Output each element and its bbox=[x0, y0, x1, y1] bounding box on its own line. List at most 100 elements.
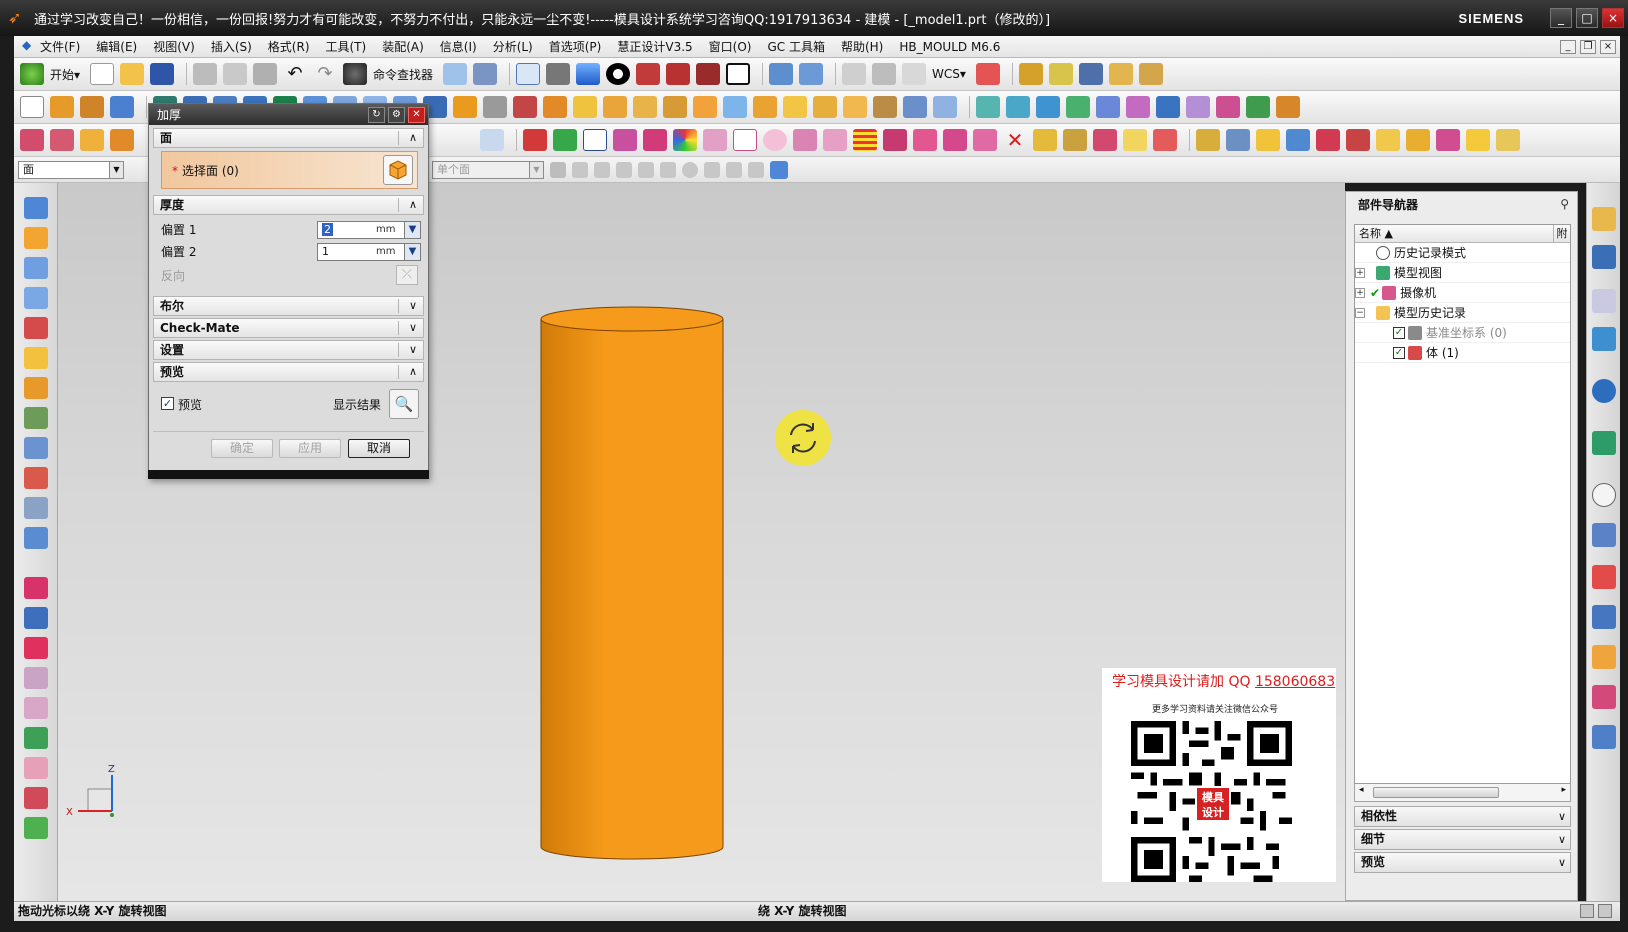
expression-icon[interactable] bbox=[883, 129, 907, 151]
synchronous-move-icon[interactable] bbox=[933, 96, 957, 118]
cylinder-top-face[interactable] bbox=[540, 306, 724, 332]
surface-tool-icon[interactable] bbox=[24, 257, 48, 279]
menu-hb-mould[interactable]: HB_MOULD M6.6 bbox=[891, 40, 1008, 54]
move-object-icon[interactable] bbox=[1078, 63, 1103, 85]
snap-control-point-icon[interactable] bbox=[638, 161, 654, 178]
constraint-navigator-icon[interactable] bbox=[1592, 245, 1616, 269]
menu-view[interactable]: 视图(V) bbox=[145, 38, 203, 55]
promo-qq-number[interactable]: 158060683 bbox=[1255, 674, 1335, 690]
heart-icon[interactable] bbox=[24, 637, 48, 659]
collapse-icon[interactable]: − bbox=[1355, 307, 1365, 318]
tree-item-history-mode[interactable]: 历史记录模式 bbox=[1355, 243, 1570, 263]
mould-tool-9-icon[interactable] bbox=[1216, 96, 1240, 118]
expand-icon[interactable]: + bbox=[1355, 287, 1365, 298]
tree-item-model-views[interactable]: + 模型视图 bbox=[1355, 263, 1570, 283]
menu-window[interactable]: 窗口(O) bbox=[701, 38, 760, 55]
system-scene-icon[interactable] bbox=[1592, 685, 1616, 709]
component-tool-4-icon[interactable] bbox=[1286, 129, 1310, 151]
undo-icon[interactable]: ↶ bbox=[283, 63, 307, 85]
analysis-tool-icon[interactable] bbox=[24, 437, 48, 459]
reverse-direction-icon[interactable]: ⤫ bbox=[396, 265, 418, 285]
layer-visible-icon[interactable] bbox=[902, 63, 927, 85]
snap-mid-point-icon[interactable] bbox=[616, 161, 632, 178]
group-preview-header[interactable]: 预览 ∧ bbox=[153, 362, 424, 382]
section-preview[interactable]: 预览 ∨ bbox=[1354, 852, 1571, 873]
scale-icon[interactable] bbox=[973, 129, 997, 151]
menu-preferences[interactable]: 首选项(P) bbox=[541, 38, 610, 55]
start-icon[interactable] bbox=[20, 63, 44, 85]
measure-distance-icon[interactable] bbox=[1108, 63, 1133, 85]
color-palette-icon[interactable] bbox=[673, 129, 697, 151]
paste-icon[interactable] bbox=[253, 63, 278, 85]
extrude-icon[interactable] bbox=[50, 96, 74, 118]
sketch-tool-icon[interactable] bbox=[24, 197, 48, 219]
face-rule-select[interactable]: 单个面 ▼ bbox=[432, 160, 544, 179]
menu-help[interactable]: 帮助(H) bbox=[833, 38, 891, 55]
selection-cube-icon[interactable] bbox=[770, 160, 788, 179]
selection-filter-icon[interactable] bbox=[443, 63, 468, 85]
column-attach-header[interactable]: 附 bbox=[1554, 225, 1570, 242]
curve-tool-icon[interactable] bbox=[24, 407, 48, 429]
chamfer-icon[interactable] bbox=[453, 96, 477, 118]
wcs-dropdown[interactable]: WCS▾ bbox=[932, 67, 966, 81]
part-navigator-tree[interactable]: 名称 ▲ 附 历史记录模式 + 模型视图 + ✔ 摄像机 − 模型历史记录 ✓ … bbox=[1354, 224, 1571, 784]
redo-icon[interactable]: ↷ bbox=[313, 63, 337, 85]
menu-tools[interactable]: 工具(T) bbox=[318, 38, 375, 55]
visibility-checkbox[interactable]: ✓ bbox=[1393, 326, 1405, 339]
extrude-tool-icon[interactable] bbox=[24, 227, 48, 249]
cylinder-side-face[interactable] bbox=[540, 318, 724, 860]
frame-icon[interactable] bbox=[823, 129, 847, 151]
orient-view-icon[interactable] bbox=[769, 63, 794, 85]
offset-tool-icon[interactable] bbox=[24, 377, 48, 399]
mould-tool-6-icon[interactable] bbox=[1126, 96, 1150, 118]
cut-icon[interactable] bbox=[193, 63, 218, 85]
component-tool-2-icon[interactable] bbox=[1226, 129, 1250, 151]
component-tool-7-icon[interactable] bbox=[1376, 129, 1400, 151]
datum-csys-icon[interactable] bbox=[1048, 63, 1073, 85]
component-grid-icon[interactable] bbox=[24, 607, 48, 629]
offset1-input[interactable]: 2 mm ▼ bbox=[317, 221, 421, 239]
preview-checkbox[interactable]: ✓ bbox=[161, 397, 174, 410]
component-icon[interactable] bbox=[50, 129, 74, 151]
dialog-title-bar[interactable]: 加厚 ↻ ⚙ ✕ bbox=[149, 104, 428, 125]
plane-icon[interactable] bbox=[703, 129, 727, 151]
group-face-header[interactable]: 面 ∧ bbox=[153, 128, 424, 148]
blend-tool-icon[interactable] bbox=[24, 347, 48, 369]
component-tool-8-icon[interactable] bbox=[1406, 129, 1430, 151]
tree-item-cameras[interactable]: + ✔ 摄像机 bbox=[1355, 283, 1570, 303]
menu-analysis[interactable]: 分析(L) bbox=[485, 38, 541, 55]
system-materials-icon[interactable] bbox=[1592, 523, 1616, 547]
section-dependencies[interactable]: 相依性 ∨ bbox=[1354, 806, 1571, 827]
swept-icon[interactable] bbox=[843, 96, 867, 118]
weight-icon[interactable] bbox=[1063, 129, 1087, 151]
group-checkmate-header[interactable]: Check-Mate ∨ bbox=[153, 318, 424, 338]
mould-tool-7-icon[interactable] bbox=[1156, 96, 1180, 118]
offset-face-icon[interactable] bbox=[603, 96, 627, 118]
sketch-icon[interactable] bbox=[20, 96, 44, 118]
snap-intersection-icon[interactable] bbox=[660, 161, 676, 178]
tree-item-model-history[interactable]: − 模型历史记录 bbox=[1355, 303, 1570, 323]
hatch-tool-icon[interactable] bbox=[24, 697, 48, 719]
menu-format[interactable]: 格式(R) bbox=[260, 38, 318, 55]
status-full-screen-icon[interactable] bbox=[1580, 904, 1594, 918]
close-icon[interactable]: ✕ bbox=[408, 106, 425, 123]
point-icon[interactable] bbox=[1018, 63, 1043, 85]
trimmed-sheet-icon[interactable] bbox=[24, 317, 48, 339]
command-finder-button[interactable]: 命令查找器 bbox=[373, 66, 433, 83]
angle-icon[interactable] bbox=[913, 129, 937, 151]
menu-file[interactable]: 文件(F) bbox=[20, 38, 88, 55]
new-file-icon[interactable] bbox=[90, 63, 115, 85]
copy-icon[interactable] bbox=[223, 63, 248, 85]
tree-horizontal-scrollbar[interactable]: ◂ ▸ bbox=[1354, 784, 1571, 802]
edit-surface-icon[interactable] bbox=[24, 497, 48, 519]
component-color-icon[interactable] bbox=[24, 577, 48, 599]
move-to-layer-icon[interactable] bbox=[872, 63, 897, 85]
section-view-icon[interactable] bbox=[696, 63, 721, 85]
layer-stack-icon[interactable] bbox=[24, 757, 48, 779]
accept-tool-icon[interactable] bbox=[24, 817, 48, 839]
mould-tool-11-icon[interactable] bbox=[1276, 96, 1300, 118]
box-outline-icon[interactable] bbox=[583, 129, 607, 151]
mould-tool-2-icon[interactable] bbox=[1006, 96, 1030, 118]
menu-huizheng-design[interactable]: 慧正设计V3.5 bbox=[609, 38, 700, 55]
offset1-menu-icon[interactable]: ▼ bbox=[404, 222, 420, 238]
